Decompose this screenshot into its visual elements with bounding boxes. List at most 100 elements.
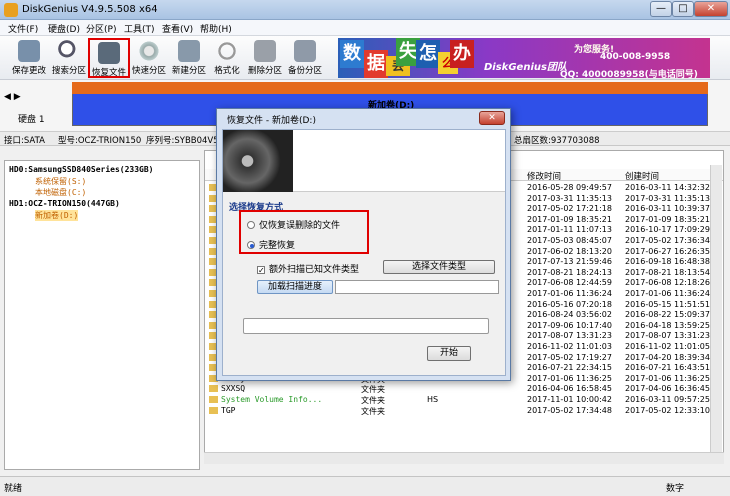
- minimize-button[interactable]: —: [650, 1, 672, 17]
- file-name: SXXSQ: [209, 384, 245, 393]
- file-type: 文件夹: [361, 396, 385, 405]
- tree-partition-c[interactable]: 本地磁盘(C:): [35, 187, 86, 198]
- menu-help[interactable]: 帮助(H): [200, 22, 232, 35]
- hard-disk-icon: [223, 130, 293, 192]
- horizontal-scrollbar[interactable]: [204, 452, 724, 464]
- file-ctime: 2016-05-15 11:51:51: [625, 299, 710, 309]
- column-ctime[interactable]: 创建时间: [625, 170, 659, 182]
- file-mtime: 2017-07-13 21:59:46: [527, 257, 612, 267]
- app-icon: [4, 3, 18, 17]
- save-changes-button[interactable]: 保存更改: [10, 38, 48, 78]
- file-mtime: 2016-05-28 09:49:57: [527, 183, 612, 192]
- new-partition-button[interactable]: 新建分区: [170, 38, 208, 78]
- start-button[interactable]: 开始: [427, 346, 471, 361]
- file-ctime: 2017-04-20 18:39:34: [625, 352, 710, 362]
- disk-tree: HD0:SamsungSSD840Series(233GB) 系统保留(S:) …: [4, 160, 200, 470]
- table-row[interactable]: TGP 文件夹 2017-05-02 17:34:48 2017-05-02 12:3…: [205, 405, 723, 417]
- quick-partition-button[interactable]: 快速分区: [130, 38, 168, 78]
- file-mtime: 2017-08-07 13:31:23: [527, 331, 612, 341]
- delete-icon: [254, 40, 276, 62]
- file-ctime: 2017-04-06 16:36:45: [625, 384, 710, 394]
- table-row[interactable]: SXXSQ 文件夹 2016-04-06 16:58:45 2017-04-06 16…: [205, 384, 723, 395]
- load-scan-progress-button[interactable]: 加载扫描进度: [257, 280, 333, 294]
- delete-partition-button[interactable]: 删除分区: [246, 38, 284, 78]
- menu-view[interactable]: 查看(V): [162, 22, 193, 35]
- extra-scan-checkbox[interactable]: ✓ 额外扫描已知文件类型: [257, 262, 359, 275]
- backup-icon: [294, 40, 316, 62]
- file-ctime: 2017-01-09 18:35:21: [625, 214, 710, 224]
- table-row[interactable]: System Volume Info... 文件夹 HS 2017-11-01 10:…: [205, 395, 723, 406]
- search-partition-button[interactable]: 搜索分区: [50, 38, 88, 78]
- menu-bar: 文件(F) 硬盘(D) 分区(P) 工具(T) 查看(V) 帮助(H): [0, 20, 730, 36]
- file-mtime: 2017-05-02 17:19:27: [527, 352, 612, 362]
- banner-brand: DiskGenius团队: [484, 62, 567, 73]
- file-mtime: 2017-06-02 18:13:20: [527, 246, 612, 256]
- new-partition-icon: [178, 40, 200, 62]
- file-ctime: 2017-01-06 11:36:24: [625, 289, 710, 298]
- scan-progress-path-field[interactable]: [335, 280, 499, 294]
- ad-banner[interactable]: 数 据 丢 失 怎 么 办 DiskGenius团队 为您服务! 400-008…: [338, 38, 710, 80]
- file-mtime: 2016-11-02 11:01:03: [527, 342, 612, 351]
- disk-label: 硬盘 1: [18, 115, 45, 125]
- close-button[interactable]: ✕: [694, 1, 728, 17]
- tree-partition-d[interactable]: 新加卷(D:): [35, 210, 79, 221]
- file-mtime: 2017-11-01 10:00:42: [527, 395, 612, 404]
- window-title: DiskGenius V4.9.5.508 x64: [22, 4, 158, 15]
- disk-nav-arrows[interactable]: ◀ ▶: [4, 92, 21, 102]
- option-full-recovery[interactable]: 完整恢复: [247, 238, 295, 251]
- format-icon: [216, 40, 238, 62]
- file-ctime: 2017-05-02 12:33:10: [625, 405, 710, 415]
- option-deleted-only[interactable]: 仅恢复误删除的文件: [247, 218, 340, 231]
- status-num-lock: 数字: [666, 484, 685, 494]
- radio-icon: [247, 221, 255, 229]
- file-ctime: 2016-08-22 15:09:37: [625, 310, 710, 320]
- file-mtime: 2017-09-06 10:17:40: [527, 320, 612, 330]
- vertical-scrollbar[interactable]: [710, 165, 722, 455]
- menu-disk[interactable]: 硬盘(D): [48, 22, 80, 35]
- file-mtime: 2017-08-21 18:24:13: [527, 267, 612, 277]
- tree-partition-system-reserved[interactable]: 系统保留(S:): [35, 176, 86, 187]
- dialog-close-button[interactable]: ✕: [479, 111, 505, 125]
- file-mtime: 2017-06-08 12:44:59: [527, 278, 612, 288]
- maximize-button[interactable]: □: [672, 1, 694, 17]
- info-sectors: 总扇区数:937703088: [514, 136, 600, 146]
- radio-checked-icon: [247, 241, 255, 249]
- recover-icon: [98, 42, 120, 64]
- info-model: 型号:OCZ-TRION150: [58, 136, 142, 146]
- column-mtime[interactable]: 修改时间: [527, 170, 561, 182]
- file-ctime: 2017-06-08 12:18:26: [625, 278, 710, 288]
- file-ctime: 2017-08-07 13:31:23: [625, 331, 710, 341]
- file-ctime: 2016-11-02 11:01:05: [625, 342, 710, 351]
- status-bar: 就绪 数字: [0, 476, 730, 496]
- banner-char: 数: [340, 40, 364, 68]
- file-name: System Volume Info...: [209, 395, 322, 404]
- file-ctime: 2017-08-21 18:13:54: [625, 267, 710, 277]
- tree-disk-hd0[interactable]: HD0:SamsungSSD840Series(233GB): [9, 165, 154, 174]
- progress-bar: [243, 318, 489, 334]
- recover-files-button[interactable]: 恢复文件: [88, 38, 130, 78]
- menu-partition[interactable]: 分区(P): [86, 22, 116, 35]
- tree-disk-hd1[interactable]: HD1:OCZ-TRION150(447GB): [9, 199, 120, 208]
- dialog-body: 选择恢复方式 仅恢复误删除的文件 完整恢复 ✓ 额外扫描已知文件类型 选择文件类型…: [222, 129, 506, 376]
- menu-tools[interactable]: 工具(T): [124, 22, 155, 35]
- file-ctime: 2016-03-11 10:39:37: [625, 204, 710, 214]
- file-mtime: 2017-03-31 11:35:13: [527, 193, 612, 203]
- select-file-types-button[interactable]: 选择文件类型: [383, 260, 495, 274]
- menu-file[interactable]: 文件(F): [8, 22, 38, 35]
- info-serial: 序列号:SYBB04V51: [146, 136, 225, 146]
- file-ctime: 2016-07-21 16:43:51: [625, 363, 710, 373]
- quick-partition-icon: [138, 40, 160, 62]
- file-ctime: 2016-09-18 16:48:38: [625, 257, 710, 267]
- file-ctime: 2017-01-06 11:36:25: [625, 373, 710, 383]
- recover-files-dialog: 恢复文件 - 新加卷(D:) ✕ 选择恢复方式 仅恢复误删除的文件 完整恢复 ✓…: [216, 108, 511, 381]
- format-button[interactable]: 格式化: [208, 38, 246, 78]
- file-type: 文件夹: [361, 406, 385, 416]
- file-mtime: 2017-01-06 11:36:24: [527, 289, 612, 298]
- file-ctime: 2016-03-11 09:57:25: [625, 395, 710, 404]
- file-mtime: 2017-05-02 17:21:18: [527, 204, 612, 214]
- save-icon: [18, 40, 40, 62]
- file-attr: HS: [427, 395, 439, 404]
- backup-partition-button[interactable]: 备份分区: [286, 38, 324, 78]
- file-ctime: 2016-03-11 14:32:32: [625, 183, 710, 192]
- file-mtime: 2016-05-16 07:20:18: [527, 299, 612, 309]
